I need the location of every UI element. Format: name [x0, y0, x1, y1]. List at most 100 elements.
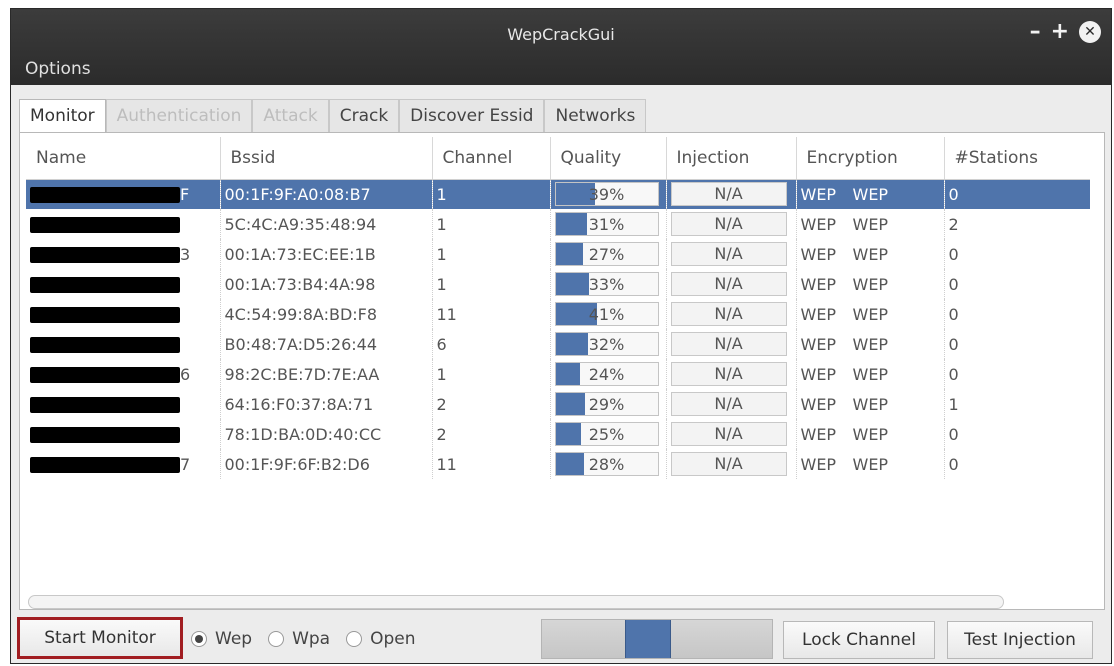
radio-label: Wpa [292, 629, 331, 649]
cell-encryption: WEP WEP [796, 179, 945, 209]
cell-bssid: B0:48:7A:D5:26:44 [220, 329, 433, 359]
quality-text: 31% [588, 215, 625, 234]
title-bar[interactable]: WepCrackGui – + ✕ Options [11, 9, 1111, 85]
channel-slider-handle[interactable] [625, 620, 671, 658]
quality-text: 32% [588, 335, 625, 354]
cell-channel: 11 [432, 449, 551, 479]
cell-stations: 0 [944, 179, 1090, 209]
cell-channel: 1 [432, 179, 551, 209]
injection-value: N/A [670, 452, 787, 476]
table-row[interactable]: 4C:54:99:8A:BD:F8 11 41% N/A WEP WEP 0 [26, 299, 1090, 329]
table-row[interactable]: 5C:4C:A9:35:48:94 1 31% N/A WEP WEP 2 [26, 209, 1090, 239]
radio-open[interactable]: Open [346, 629, 416, 649]
encryption-value: WEP [852, 364, 889, 384]
cell-channel: 6 [432, 329, 551, 359]
injection-value: N/A [670, 392, 787, 416]
cell-name: 7 [26, 449, 221, 479]
table-row[interactable]: F 00:1F:9F:A0:08:B7 1 39% N/A WEP WEP 0 [26, 179, 1090, 209]
minimize-icon[interactable]: – [1030, 21, 1041, 43]
cell-bssid: 78:1D:BA:0D:40:CC [220, 419, 433, 449]
cell-channel: 2 [432, 419, 551, 449]
cell-name [26, 299, 221, 329]
cell-bssid: 64:16:F0:37:8A:71 [220, 389, 433, 419]
encryption-value: WEP [852, 424, 889, 444]
cell-stations: 0 [944, 329, 1090, 359]
encryption-value: WEP [852, 394, 889, 414]
quality-bar: 24% [554, 362, 659, 386]
cell-bssid: 00:1F:9F:6F:B2:D6 [220, 449, 433, 479]
redacted-name [30, 217, 180, 233]
cell-injection: N/A [666, 209, 797, 239]
radio-button-icon[interactable] [268, 631, 285, 647]
injection-value: N/A [670, 272, 787, 296]
cell-encryption: WEP WEP [796, 209, 945, 239]
cell-name [26, 419, 221, 449]
name-suffix: 6 [180, 364, 191, 384]
networks-table: Name Bssid Channel Quality Injection Enc… [26, 137, 1090, 479]
table-header-row: Name Bssid Channel Quality Injection Enc… [26, 137, 1090, 180]
encryption-value: WEP [852, 244, 889, 264]
radio-wpa[interactable]: Wpa [268, 629, 330, 649]
quality-text: 29% [588, 395, 625, 414]
header-injection[interactable]: Injection [666, 137, 797, 180]
cell-injection: N/A [666, 179, 797, 209]
encryption-value: WEP [852, 274, 889, 294]
radio-button-icon[interactable] [346, 631, 363, 647]
maximize-icon[interactable]: + [1051, 21, 1069, 43]
cell-injection: N/A [666, 269, 797, 299]
lock-channel-button[interactable]: Lock Channel [783, 621, 935, 659]
table-row[interactable]: 3 00:1A:73:EC:EE:1B 1 27% N/A WEP WEP 0 [26, 239, 1090, 269]
encryption-value: WEP [800, 424, 837, 444]
encryption-value: WEP [800, 364, 837, 384]
header-name[interactable]: Name [26, 137, 221, 180]
table-row[interactable]: 78:1D:BA:0D:40:CC 2 25% N/A WEP WEP 0 [26, 419, 1090, 449]
header-quality[interactable]: Quality [550, 137, 667, 180]
cell-encryption: WEP WEP [796, 299, 945, 329]
cell-injection: N/A [666, 419, 797, 449]
close-icon[interactable]: ✕ [1079, 21, 1101, 43]
tab-crack[interactable]: Crack [328, 99, 400, 133]
start-monitor-button[interactable]: Start Monitor [17, 617, 183, 659]
redacted-name [30, 247, 180, 263]
radio-label: Wep [215, 629, 253, 649]
table-row[interactable]: 7 00:1F:9F:6F:B2:D6 11 28% N/A WEP WEP 0 [26, 449, 1090, 479]
cell-stations: 2 [944, 209, 1090, 239]
quality-bar: 27% [554, 242, 659, 266]
redacted-name [30, 307, 180, 323]
cell-name: 3 [26, 239, 221, 269]
encryption-value: WEP [852, 214, 889, 234]
header-encryption[interactable]: Encryption [796, 137, 945, 180]
cell-name [26, 329, 221, 359]
bottom-controls: Start Monitor Wep Wpa Open Lock Channel Te… [11, 615, 1111, 661]
tab-discover-essid[interactable]: Discover Essid [399, 99, 545, 133]
channel-slider[interactable] [541, 619, 773, 659]
cell-name [26, 209, 221, 239]
menu-options[interactable]: Options [25, 59, 91, 79]
header-bssid[interactable]: Bssid [220, 137, 433, 180]
cell-quality: 25% [550, 419, 667, 449]
encryption-value: WEP [800, 214, 837, 234]
header-channel[interactable]: Channel [432, 137, 551, 180]
cell-injection: N/A [666, 329, 797, 359]
quality-bar: 39% [554, 182, 659, 207]
encryption-value: WEP [800, 304, 837, 324]
encryption-value: WEP [800, 394, 837, 414]
cell-bssid: 4C:54:99:8A:BD:F8 [220, 299, 433, 329]
header-stations[interactable]: #Stations [944, 137, 1090, 180]
table-row[interactable]: 64:16:F0:37:8A:71 2 29% N/A WEP WEP 1 [26, 389, 1090, 419]
redacted-name [30, 337, 180, 353]
table-row[interactable]: 6 98:2C:BE:7D:7E:AA 1 24% N/A WEP WEP 0 [26, 359, 1090, 389]
radio-wep[interactable]: Wep [191, 629, 252, 649]
app-window: WepCrackGui – + ✕ Options Monitor Authent… [10, 8, 1112, 664]
cell-quality: 39% [550, 179, 667, 209]
tab-networks[interactable]: Networks [544, 99, 647, 133]
table-row[interactable]: 00:1A:73:B4:4A:98 1 33% N/A WEP WEP 0 [26, 269, 1090, 299]
horizontal-scrollbar[interactable] [28, 595, 1004, 609]
test-injection-button[interactable]: Test Injection [947, 621, 1093, 659]
radio-button-icon[interactable] [191, 631, 207, 647]
cell-injection: N/A [666, 449, 797, 479]
table-row[interactable]: B0:48:7A:D5:26:44 6 32% N/A WEP WEP 0 [26, 329, 1090, 359]
quality-bar: 25% [554, 422, 659, 446]
tab-monitor[interactable]: Monitor [19, 99, 106, 133]
cell-stations: 0 [944, 359, 1090, 389]
